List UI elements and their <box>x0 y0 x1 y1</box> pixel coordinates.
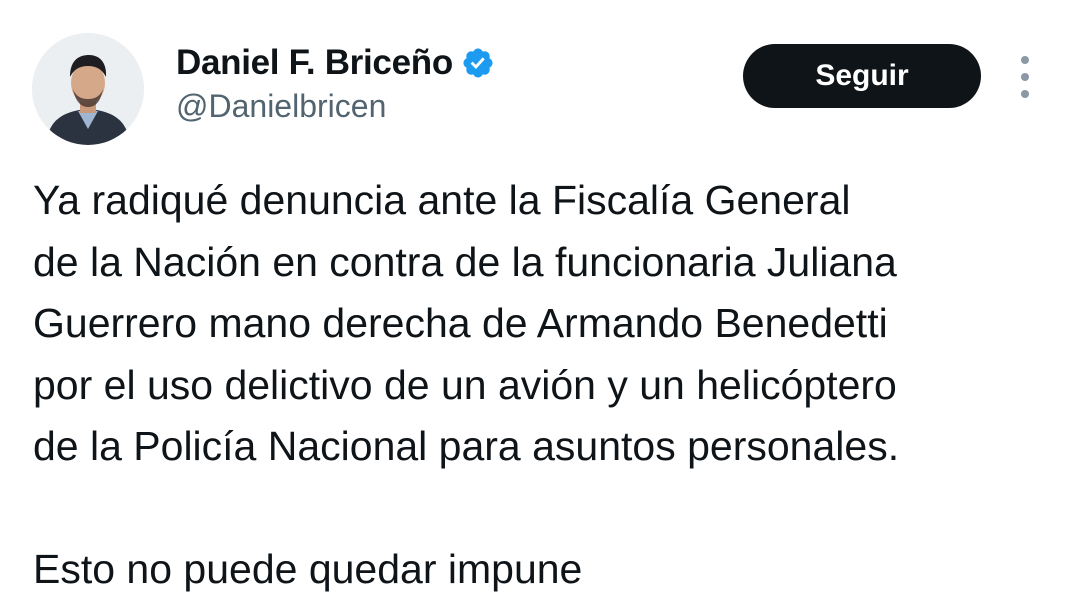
verified-badge-icon[interactable] <box>461 46 495 80</box>
more-vertical-icon[interactable] <box>1008 56 1042 98</box>
more-dot <box>1021 73 1029 81</box>
tweet-text-line: Guerrero mano derecha de Armando Benedet… <box>33 300 888 346</box>
tweet-text-line: de la Policía Nacional para asuntos pers… <box>33 423 900 469</box>
more-dot <box>1021 90 1029 98</box>
follow-button[interactable]: Seguir <box>743 44 981 108</box>
tweet-text: Ya radiqué denuncia ante la Fiscalía Gen… <box>33 170 1073 601</box>
author-display-name[interactable]: Daniel F. Briceño <box>176 43 453 83</box>
tweet-text-line: de la Nación en contra de la funcionaria… <box>33 238 897 285</box>
avatar-photo <box>32 33 144 145</box>
paragraph-break <box>33 478 1073 540</box>
tweet-text-line: por el uso delictivo de un avión y un he… <box>33 361 897 408</box>
tweet-card: Daniel F. Briceño @Danielbricen Seguir Y… <box>0 0 1080 602</box>
more-dot <box>1021 56 1029 64</box>
avatar[interactable] <box>32 33 144 145</box>
author-handle[interactable]: @Danielbricen <box>176 88 386 125</box>
author-name-row: Daniel F. Briceño <box>176 40 495 86</box>
tweet-text-line: Ya radiqué denuncia ante la Fiscalía Gen… <box>33 177 851 223</box>
tweet-closing-line: Esto no puede quedar impune <box>33 546 583 592</box>
